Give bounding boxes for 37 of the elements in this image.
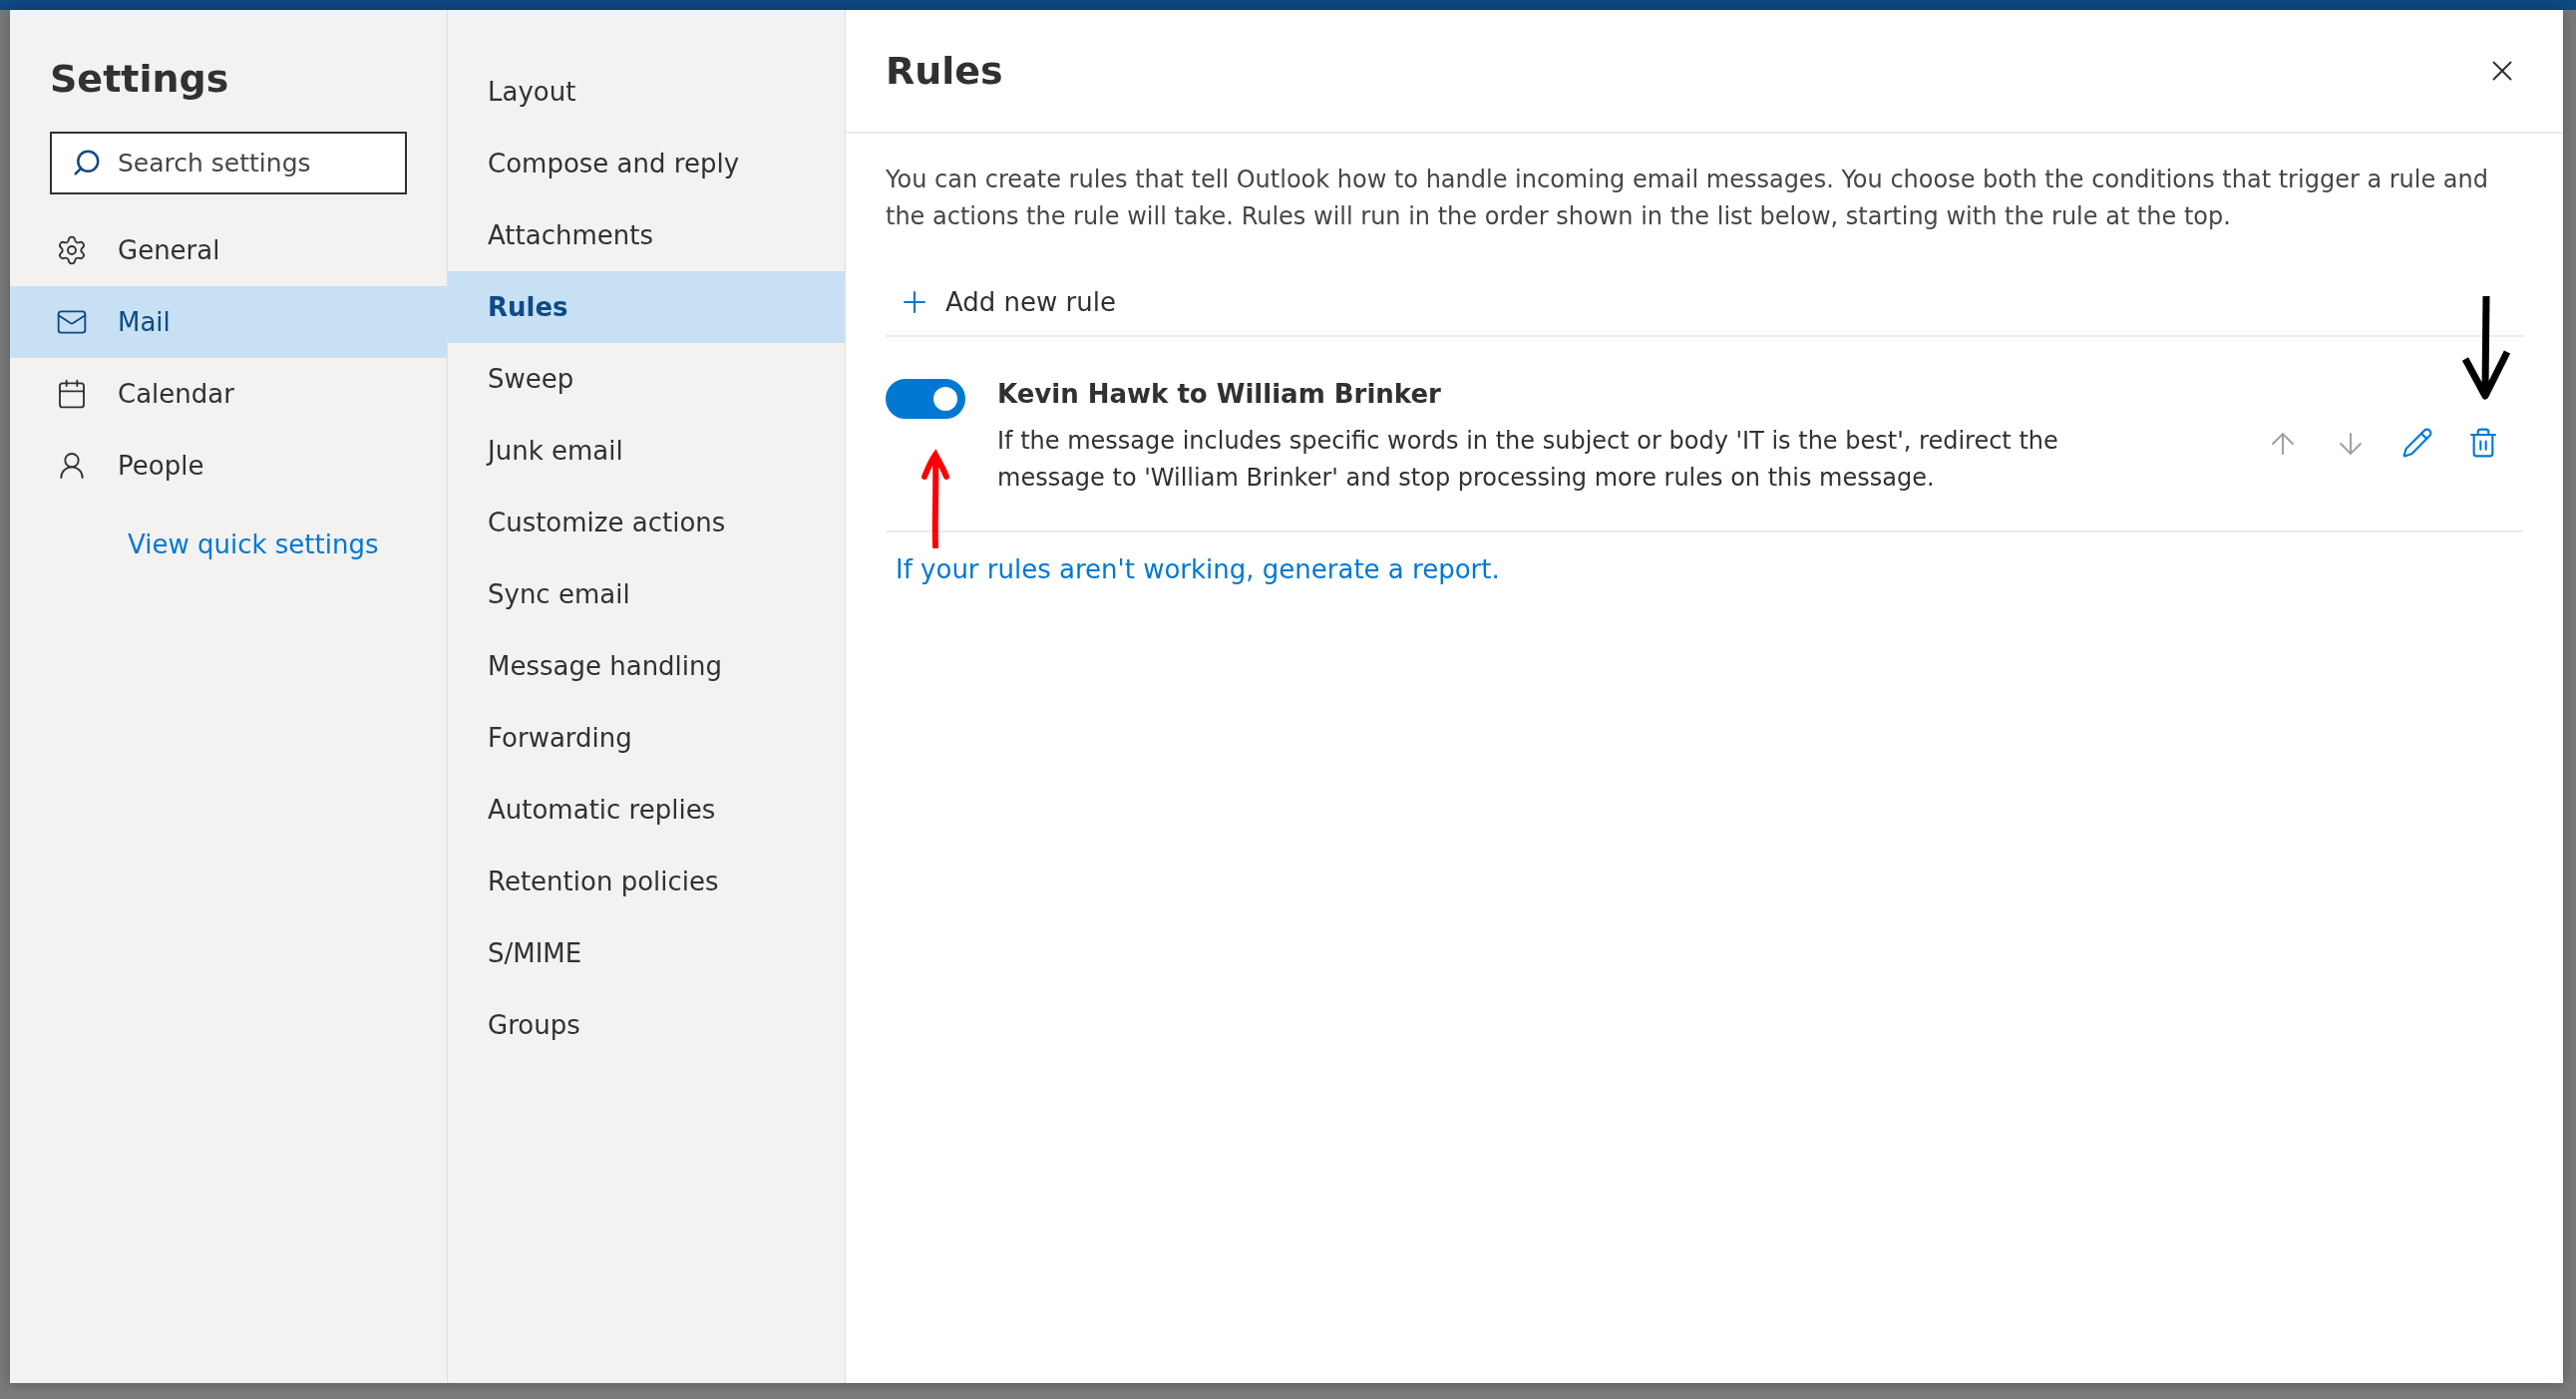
rule-name: Kevin Hawk to William Brinker: [997, 379, 1442, 409]
panel-title: Rules: [886, 49, 1003, 93]
report-link[interactable]: If your rules aren't working, generate a report.: [896, 554, 1500, 584]
subcategory-item[interactable]: S/MIME: [448, 917, 845, 989]
subcategory-item[interactable]: Sync email: [448, 558, 845, 630]
subcategory-item[interactable]: Forwarding: [448, 702, 845, 774]
subcategory-item[interactable]: Groups: [448, 989, 845, 1061]
category-label: People: [118, 451, 204, 481]
category-item[interactable]: Mail: [10, 286, 447, 358]
add-new-rule-button[interactable]: Add new rule: [886, 269, 1128, 335]
category-item[interactable]: Calendar: [10, 358, 447, 430]
subcategory-item[interactable]: Automatic replies: [448, 774, 845, 846]
subcategory-item[interactable]: Junk email: [448, 415, 845, 487]
category-label: Calendar: [118, 379, 234, 409]
category-label: Mail: [118, 307, 171, 337]
category-label: General: [118, 235, 220, 265]
view-quick-settings-link[interactable]: View quick settings: [128, 529, 447, 559]
rule-toggle[interactable]: [886, 379, 965, 419]
subcategory-item[interactable]: Rules: [448, 271, 845, 343]
search-field[interactable]: Search settings: [50, 132, 407, 194]
subcategory-item[interactable]: Retention policies: [448, 846, 845, 917]
subcategory-item[interactable]: Layout: [448, 56, 845, 128]
subcategory-item[interactable]: Customize actions: [448, 487, 845, 558]
trash-icon: [2467, 427, 2499, 459]
category-item[interactable]: General: [10, 214, 447, 286]
subcategory-item[interactable]: Attachments: [448, 199, 845, 271]
search-icon: [72, 148, 102, 177]
rules-description: You can create rules that tell Outlook how to handle incoming email messages. You choose both the conditions that trigger a rule and the actions the rule will take. Rules will run in the order shown in the list below, starting with the rule at the top.: [886, 165, 2489, 232]
subcategory-item[interactable]: Message handling: [448, 630, 845, 702]
rule-description: If the message includes specific words in the subject or body 'IT is the best', redirect the message to 'William Brinker' and stop processing more rules on this message.: [997, 426, 2059, 494]
category-item[interactable]: People: [10, 430, 447, 502]
calendar-icon: [56, 378, 88, 410]
settings-title: Settings: [49, 56, 230, 103]
pencil-icon: [2401, 427, 2433, 459]
gear-icon: [56, 234, 88, 266]
subcategory-item[interactable]: Sweep: [448, 343, 845, 415]
subcategory-item[interactable]: Compose and reply: [448, 128, 845, 199]
